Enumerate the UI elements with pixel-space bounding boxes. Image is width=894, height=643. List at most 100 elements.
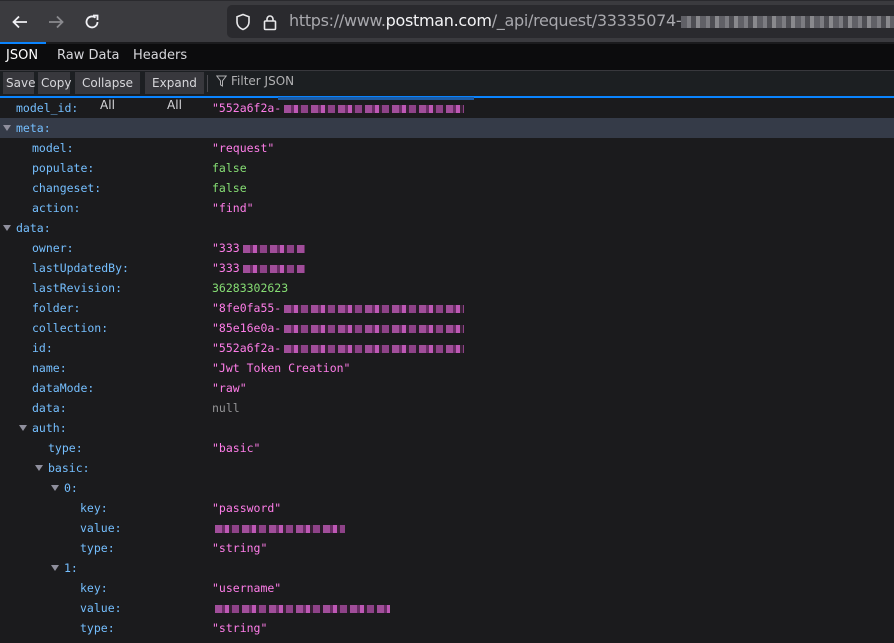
json-key: owner: xyxy=(32,241,74,255)
json-row[interactable]: model_id: "552a6f2a- xyxy=(0,98,894,118)
json-row[interactable]: action: "find" xyxy=(0,198,894,218)
json-row[interactable]: populate: false xyxy=(0,158,894,178)
json-key: value: xyxy=(80,601,122,615)
json-value: "8fe0fa55- xyxy=(212,298,465,318)
json-row[interactable]: value: xyxy=(0,598,894,618)
json-value-text: "8fe0fa55- xyxy=(212,301,282,315)
reload-icon xyxy=(85,14,99,29)
json-value: "raw" xyxy=(212,378,247,398)
expand-toggle-icon[interactable] xyxy=(51,565,59,571)
json-key: collection: xyxy=(32,321,109,335)
redacted-value xyxy=(284,324,465,333)
json-value xyxy=(212,598,390,618)
json-value-text: 36283302623 xyxy=(212,281,289,295)
json-value-text: null xyxy=(212,401,240,415)
redacted-value xyxy=(284,344,465,353)
json-value-text: "Jwt Token Creation" xyxy=(212,361,351,375)
json-value-text: "552a6f2a- xyxy=(212,341,282,355)
json-tree: model_id: "552a6f2a-meta: model: "request" p… xyxy=(0,98,894,638)
json-row[interactable]: changeset: false xyxy=(0,178,894,198)
json-row[interactable]: 0: xyxy=(0,478,894,498)
json-key: action: xyxy=(32,201,81,215)
json-row[interactable]: lastUpdatedBy: "333 xyxy=(0,258,894,278)
tab-raw-data[interactable]: Raw Data xyxy=(57,48,120,63)
viewer-tabs: JSON Raw Data Headers xyxy=(0,44,894,71)
json-row[interactable]: 1: xyxy=(0,558,894,578)
json-row[interactable]: model: "request" xyxy=(0,138,894,158)
json-key: data: xyxy=(32,401,67,415)
json-row[interactable]: owner: "333 xyxy=(0,238,894,258)
json-value-text: "85e16e0a- xyxy=(212,321,282,335)
json-row[interactable]: auth: xyxy=(0,418,894,438)
json-key: model_id: xyxy=(16,101,79,115)
save-button[interactable]: Save xyxy=(3,72,35,94)
copy-button[interactable]: Copy xyxy=(38,72,71,94)
shield-icon[interactable] xyxy=(233,12,253,32)
expand-toggle-icon[interactable] xyxy=(3,225,11,231)
expand-toggle-icon[interactable] xyxy=(35,465,43,471)
json-row[interactable]: folder: "8fe0fa55- xyxy=(0,298,894,318)
back-button[interactable] xyxy=(7,9,33,35)
redacted-value xyxy=(215,524,345,533)
json-value: "find" xyxy=(212,198,254,218)
json-row[interactable]: data: null xyxy=(0,398,894,418)
json-row[interactable]: type: "string" xyxy=(0,538,894,558)
arrow-right-icon xyxy=(49,15,64,29)
redacted-value xyxy=(215,604,390,613)
json-row[interactable]: value: xyxy=(0,518,894,538)
json-row[interactable]: key: "username" xyxy=(0,578,894,598)
expand-toggle-icon[interactable] xyxy=(19,425,27,431)
browser-toolbar: https://www.postman.com/_api/request/333… xyxy=(0,0,894,42)
url-bar[interactable]: https://www.postman.com/_api/request/333… xyxy=(227,5,894,38)
redacted-value xyxy=(284,104,465,113)
json-row[interactable]: id: "552a6f2a- xyxy=(0,338,894,358)
json-key: lastUpdatedBy: xyxy=(32,261,129,275)
json-key: model: xyxy=(32,141,74,155)
json-row[interactable]: name: "Jwt Token Creation" xyxy=(0,358,894,378)
json-row[interactable]: basic: xyxy=(0,458,894,478)
json-key: id: xyxy=(32,341,53,355)
tab-headers[interactable]: Headers xyxy=(133,48,187,63)
json-key: changeset: xyxy=(32,181,102,195)
filter-placeholder: Filter JSON xyxy=(231,74,295,88)
tab-json[interactable]: JSON xyxy=(6,48,38,63)
json-row[interactable]: collection: "85e16e0a- xyxy=(0,318,894,338)
json-row[interactable]: type: "basic" xyxy=(0,438,894,458)
json-value-text: false xyxy=(212,161,247,175)
expand-toggle-icon[interactable] xyxy=(3,125,11,131)
json-value-text: "find" xyxy=(212,201,254,215)
collapse-all-button[interactable]: Collapse All xyxy=(75,72,140,112)
lock-icon[interactable] xyxy=(260,12,280,32)
json-value: "username" xyxy=(212,578,281,598)
json-row[interactable]: meta: xyxy=(0,118,894,138)
json-value-text: "string" xyxy=(212,541,268,555)
json-row[interactable]: data: xyxy=(0,218,894,238)
json-value-text: "552a6f2a- xyxy=(212,101,282,115)
json-toolbar: Save Copy Collapse All Expand All Filter… xyxy=(0,71,894,112)
json-value: "request" xyxy=(212,138,274,158)
json-value: "Jwt Token Creation" xyxy=(212,358,350,378)
json-row[interactable]: dataMode: "raw" xyxy=(0,378,894,398)
json-value: 36283302623 xyxy=(212,278,288,298)
json-key: name: xyxy=(32,361,67,375)
json-row[interactable]: lastRevision: 36283302623 xyxy=(0,278,894,298)
json-value: "85e16e0a- xyxy=(212,318,465,338)
json-value-text: "basic" xyxy=(212,441,261,455)
json-key: 0: xyxy=(64,481,78,495)
json-row[interactable]: key: "password" xyxy=(0,498,894,518)
expand-all-button[interactable]: Expand All xyxy=(145,72,204,112)
filter-json-input[interactable]: Filter JSON xyxy=(216,74,294,88)
json-value: "basic" xyxy=(212,438,260,458)
json-value: "333 xyxy=(212,238,305,258)
json-value: false xyxy=(212,178,247,198)
json-value: "string" xyxy=(212,538,267,558)
json-row[interactable]: type: "string" xyxy=(0,618,894,638)
reload-button[interactable] xyxy=(79,9,105,35)
json-key: value: xyxy=(80,521,122,535)
redacted-value xyxy=(284,304,465,313)
json-value: null xyxy=(212,398,240,418)
expand-toggle-icon[interactable] xyxy=(51,485,59,491)
forward-button[interactable] xyxy=(43,9,69,35)
json-key: folder: xyxy=(32,301,81,315)
url-text[interactable]: https://www.postman.com/_api/request/333… xyxy=(289,11,894,30)
